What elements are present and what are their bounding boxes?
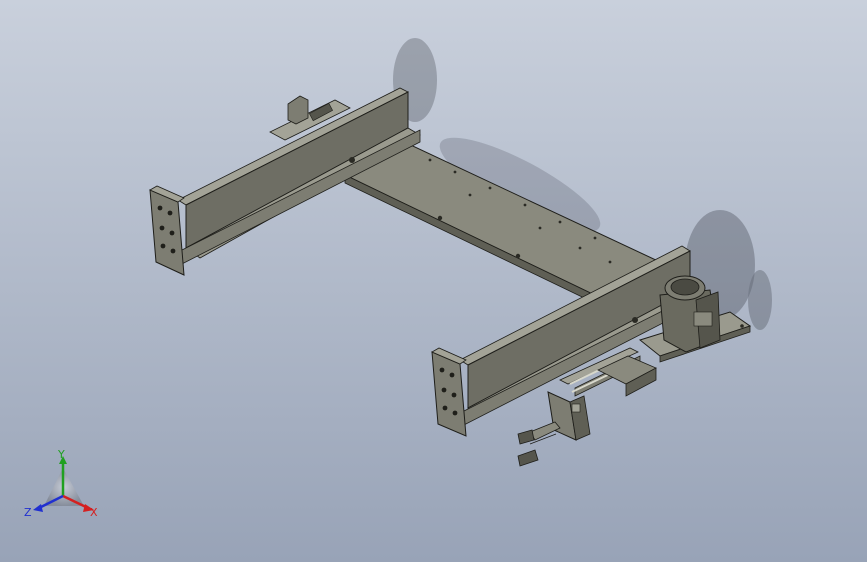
z-axis-label: Z <box>24 506 32 519</box>
cad-model-scene[interactable] <box>0 0 867 562</box>
z-arrow-icon <box>33 504 43 512</box>
y-axis-label: Y <box>57 448 65 461</box>
axis-triad: Y X Z <box>24 448 98 519</box>
x-axis-label: X <box>90 506 98 519</box>
gripper-assembly[interactable] <box>517 391 591 467</box>
front-end-plate[interactable] <box>431 347 467 437</box>
rear-end-plate[interactable] <box>149 185 185 276</box>
3d-viewport[interactable]: Y X Z <box>0 0 867 562</box>
